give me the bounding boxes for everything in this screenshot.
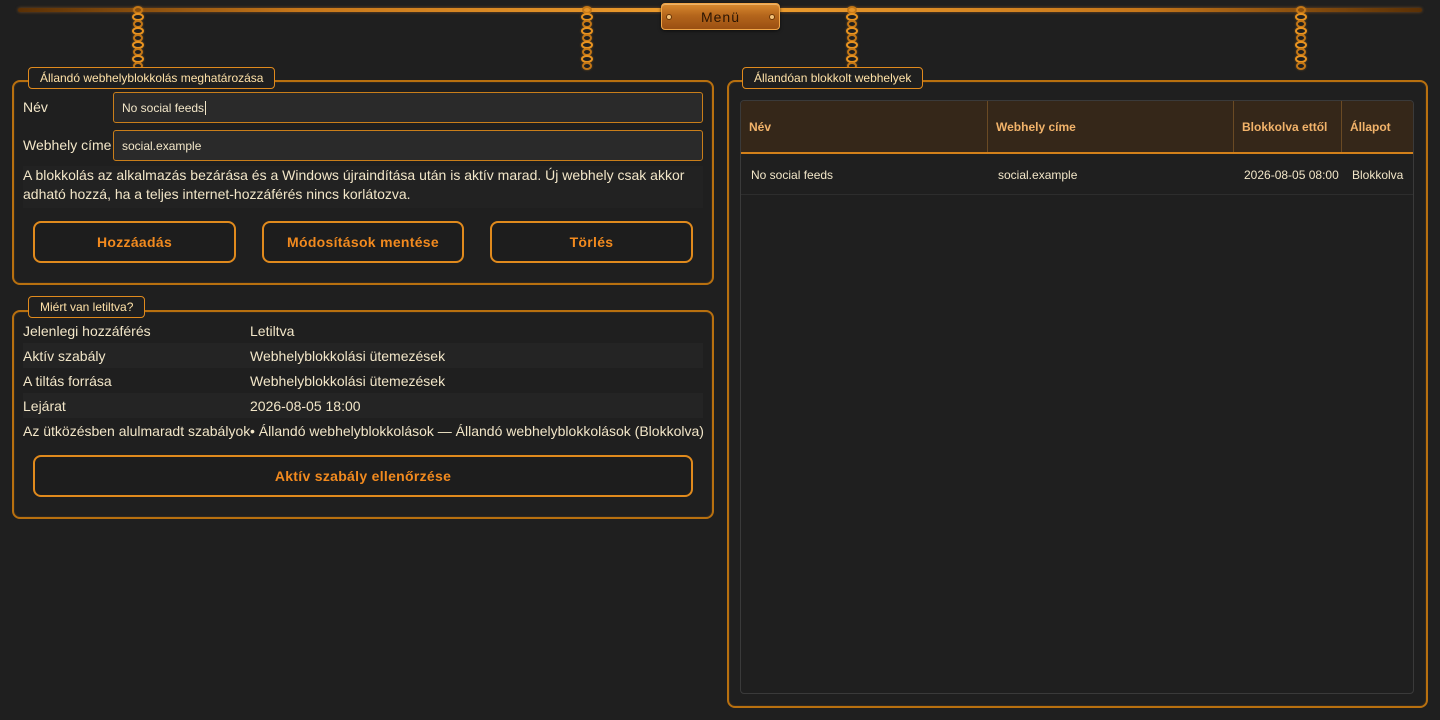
table-row[interactable]: No social feeds social.example 2026-08-0… [741, 154, 1413, 195]
why-blocked-group-title: Miért van letiltva? [28, 296, 146, 318]
why-row-value: Letiltva [250, 322, 295, 339]
name-input-value: No social feeds [122, 100, 205, 115]
text-caret [205, 100, 207, 115]
chain-decoration-3 [845, 6, 859, 70]
rivet-icon [666, 14, 672, 20]
column-header-url[interactable]: Webhely címe [988, 101, 1234, 152]
url-input[interactable]: social.example [113, 130, 703, 161]
why-row-value: Webhelyblokkolási ütemezések [250, 372, 446, 389]
name-label: Név [23, 99, 48, 115]
cell-name: No social feeds [751, 167, 834, 182]
why-row-key: A tiltás forrása [23, 372, 112, 389]
why-row-value: • Állandó webhelyblokkolások — Állandó w… [250, 422, 704, 439]
table-header: Név Webhely címe Blokkolva ettől Állapot [741, 101, 1413, 154]
delete-button[interactable]: Törlés [490, 221, 693, 263]
why-row-block-source: A tiltás forrása Webhelyblokkolási üteme… [23, 368, 703, 393]
why-row-value: Webhelyblokkolási ütemezések [250, 347, 446, 364]
cell-url: social.example [998, 167, 1078, 182]
why-row-expiry: Lejárat 2026-08-05 18:00 [23, 393, 703, 418]
chain-decoration-4 [1294, 6, 1308, 70]
define-block-group-title: Állandó webhelyblokkolás meghatározása [28, 67, 276, 89]
why-row-key: Lejárat [23, 397, 66, 414]
blocked-sites-table: Név Webhely címe Blokkolva ettől Állapot… [740, 100, 1414, 694]
save-changes-button[interactable]: Módosítások mentése [262, 221, 464, 263]
check-active-rule-button[interactable]: Aktív szabály ellenőrzése [33, 455, 693, 497]
add-button[interactable]: Hozzáadás [33, 221, 236, 263]
why-row-value: 2026-08-05 18:00 [250, 397, 361, 414]
column-header-blocked-since[interactable]: Blokkolva ettől [1234, 101, 1342, 152]
chain-decoration-1 [131, 6, 145, 70]
column-header-name[interactable]: Név [741, 101, 988, 152]
app-window: Menü Állandó webhelyblokkolás meghatároz… [0, 0, 1440, 720]
menu-button-label: Menü [700, 8, 741, 25]
persistence-note: A blokkolás az alkalmazás bezárása és a … [23, 166, 703, 208]
url-label: Webhely címe [23, 137, 112, 153]
blocked-sites-group-title: Állandóan blokkolt webhelyek [742, 67, 924, 89]
name-input[interactable]: No social feeds [113, 92, 703, 123]
column-header-status[interactable]: Állapot [1342, 101, 1413, 152]
why-row-key: Az ütközésben alulmaradt szabályok [23, 422, 251, 439]
why-row-active-rule: Aktív szabály Webhelyblokkolási ütemezés… [23, 343, 703, 368]
rivet-icon [769, 14, 775, 20]
cell-status: Blokkolva [1352, 167, 1404, 182]
chain-decoration-2 [580, 6, 594, 70]
why-row-current-access: Jelenlegi hozzáférés Letiltva [23, 318, 703, 343]
cell-blocked-since: 2026-08-05 08:00 [1244, 167, 1339, 182]
why-row-overridden-rules: Az ütközésben alulmaradt szabályok • Áll… [23, 418, 704, 443]
url-input-value: social.example [122, 138, 202, 153]
menu-button[interactable]: Menü [661, 3, 780, 30]
why-row-key: Aktív szabály [23, 347, 106, 364]
why-row-key: Jelenlegi hozzáférés [23, 322, 151, 339]
